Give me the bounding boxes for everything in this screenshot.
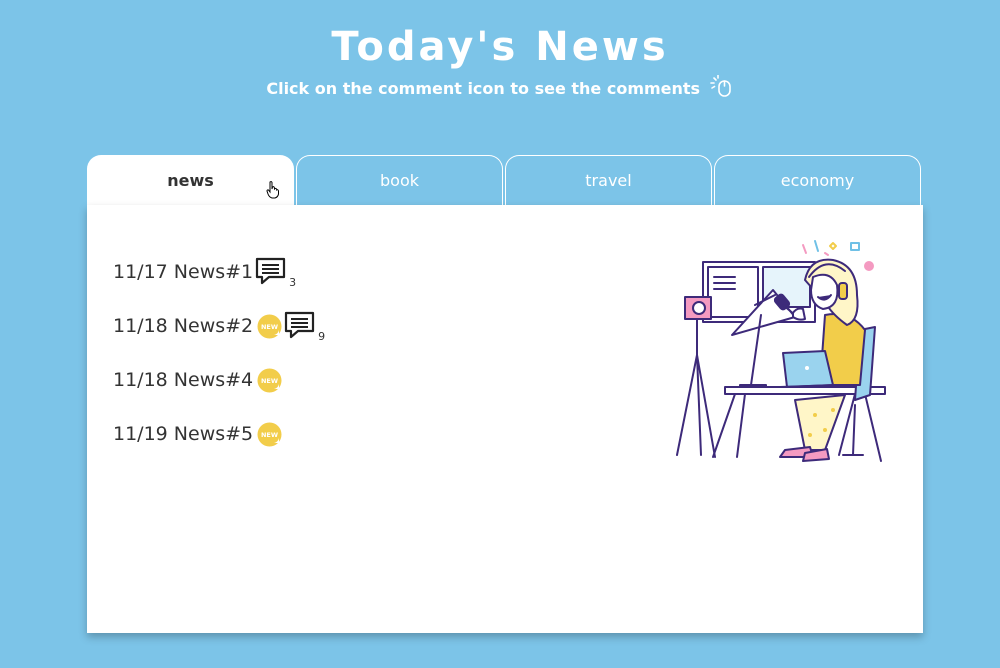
new-badge-icon: NEW bbox=[257, 314, 282, 339]
page-title: Today's News bbox=[331, 24, 669, 70]
new-badge-icon: NEW bbox=[257, 368, 282, 393]
subtitle-text: Click on the comment icon to see the com… bbox=[266, 79, 701, 98]
new-badge-text: NEW bbox=[261, 431, 278, 439]
comment-button[interactable]: 3 bbox=[255, 257, 297, 289]
tab-bar: news book travel economy bbox=[87, 155, 923, 207]
comment-button[interactable]: 9 bbox=[284, 311, 326, 343]
comment-icon[interactable] bbox=[284, 311, 316, 341]
news-item-label[interactable]: 11/18 News#2 bbox=[113, 309, 253, 343]
new-badge-text: NEW bbox=[261, 323, 278, 331]
news-item-label[interactable]: 11/18 News#4 bbox=[113, 363, 253, 397]
news-item[interactable]: 11/17 News#1 3 bbox=[113, 255, 325, 309]
news-item[interactable]: 11/18 News#2 NEW 9 bbox=[113, 309, 325, 363]
news-panel: 11/17 News#1 3 11/18 News#2 NEW 9 11/18 … bbox=[87, 205, 923, 633]
tab-book[interactable]: book bbox=[296, 155, 503, 205]
news-list: 11/17 News#1 3 11/18 News#2 NEW 9 11/18 … bbox=[113, 255, 325, 471]
comment-count: 3 bbox=[289, 276, 297, 289]
tab-travel[interactable]: travel bbox=[505, 155, 712, 205]
news-item-label[interactable]: 11/17 News#1 bbox=[113, 255, 253, 289]
page-subtitle: Click on the comment icon to see the com… bbox=[0, 74, 1000, 101]
comment-icon[interactable] bbox=[255, 257, 287, 287]
tab-economy[interactable]: economy bbox=[714, 155, 921, 205]
new-badge-text: NEW bbox=[261, 377, 278, 385]
news-item-label[interactable]: 11/19 News#5 bbox=[113, 417, 253, 451]
mouse-click-icon bbox=[709, 74, 734, 101]
news-item[interactable]: 11/19 News#5 NEW bbox=[113, 417, 325, 471]
pointer-hand-icon bbox=[266, 181, 280, 204]
tab-news[interactable]: news bbox=[87, 155, 294, 207]
news-item[interactable]: 11/18 News#4 NEW bbox=[113, 363, 325, 417]
comment-count: 9 bbox=[318, 330, 326, 343]
woman-streaming-at-desk-illustration bbox=[665, 235, 905, 480]
new-badge-icon: NEW bbox=[257, 422, 282, 447]
